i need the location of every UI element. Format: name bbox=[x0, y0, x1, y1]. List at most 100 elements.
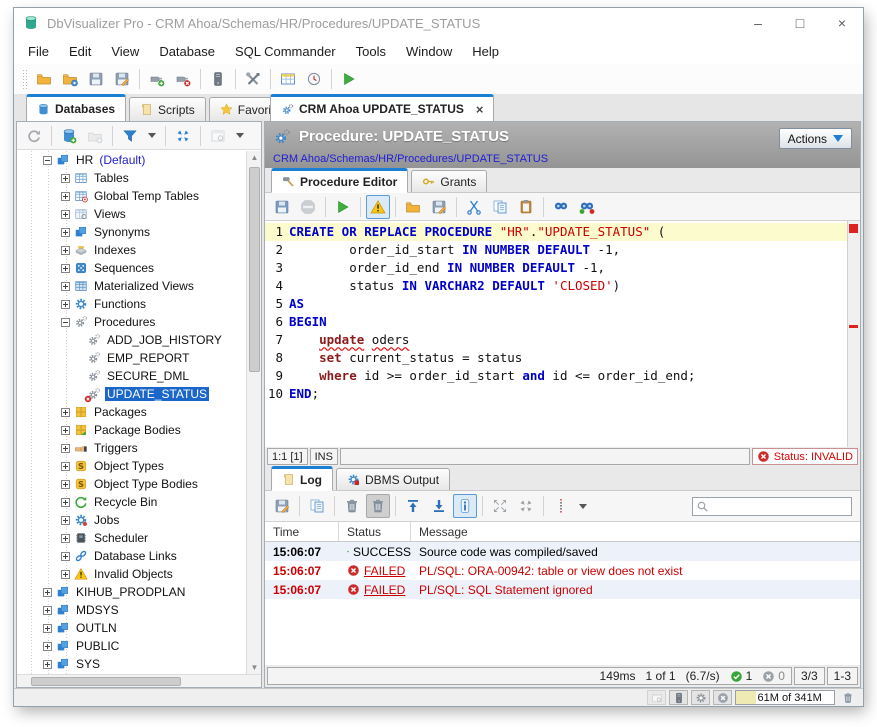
minimize-button[interactable]: – bbox=[737, 8, 779, 38]
foldergear-button[interactable] bbox=[58, 67, 82, 91]
tree-item-outln[interactable]: OUTLN bbox=[17, 619, 246, 637]
copy-button[interactable] bbox=[488, 195, 512, 219]
connections-button[interactable] bbox=[669, 690, 688, 705]
tree-horizontal-scrollbar[interactable] bbox=[17, 674, 261, 687]
tab-object[interactable]: CRM Ahoa UPDATE_STATUS × bbox=[270, 94, 494, 121]
collapse-icon[interactable] bbox=[43, 156, 52, 165]
tab-scripts[interactable]: Scripts bbox=[129, 97, 206, 121]
actions-button[interactable]: Actions bbox=[779, 128, 852, 149]
warn-button[interactable] bbox=[366, 195, 390, 219]
memory-indicator[interactable]: 61M of 341M bbox=[735, 690, 835, 705]
copy-button[interactable] bbox=[305, 494, 329, 518]
tree-item-package-bodies[interactable]: Package Bodies bbox=[17, 421, 246, 439]
server-button[interactable] bbox=[206, 67, 230, 91]
find-button[interactable] bbox=[549, 195, 573, 219]
tree-item-object-types[interactable]: Object Types bbox=[17, 457, 246, 475]
expand-icon[interactable] bbox=[61, 174, 70, 183]
tab-dbms-output[interactable]: DBMS Output bbox=[336, 468, 450, 490]
expand-icon[interactable] bbox=[61, 246, 70, 255]
saveedit-button[interactable] bbox=[270, 494, 294, 518]
tree-item-add-job-history[interactable]: ADD_JOB_HISTORY bbox=[17, 331, 246, 349]
code-area[interactable]: 1CREATE OR REPLACE PROCEDURE "HR"."UPDAT… bbox=[265, 221, 847, 447]
toolbar-grip[interactable] bbox=[22, 69, 27, 89]
maximize-button[interactable]: □ bbox=[779, 8, 821, 38]
menu-tools[interactable]: Tools bbox=[346, 38, 396, 64]
error-marker[interactable] bbox=[849, 325, 858, 328]
expand-icon[interactable] bbox=[61, 534, 70, 543]
scrollbar-thumb[interactable] bbox=[31, 677, 181, 686]
collapse-button[interactable] bbox=[171, 124, 195, 148]
cut-button[interactable] bbox=[462, 195, 486, 219]
tab-databases[interactable]: Databases bbox=[26, 94, 126, 121]
expand-icon[interactable] bbox=[61, 426, 70, 435]
object-path[interactable]: CRM Ahoa/Schemas/HR/Procedures/UPDATE_ST… bbox=[273, 153, 548, 165]
disconnect-button[interactable] bbox=[171, 67, 195, 91]
layout-button[interactable] bbox=[647, 690, 666, 705]
tree-item-indexes[interactable]: Indexes bbox=[17, 241, 246, 259]
menu-sql-commander[interactable]: SQL Commander bbox=[225, 38, 346, 64]
insert-mode[interactable]: INS bbox=[310, 448, 338, 465]
expand-icon[interactable] bbox=[43, 588, 52, 597]
collapse-icon[interactable] bbox=[61, 318, 70, 327]
tree-item-scheduler[interactable]: Scheduler bbox=[17, 529, 246, 547]
log-row[interactable]: 15:06:07FAILEDPL/SQL: SQL Statement igno… bbox=[265, 580, 860, 599]
funnel-button[interactable] bbox=[118, 124, 142, 148]
expand-icon[interactable] bbox=[61, 498, 70, 507]
tree-item-functions[interactable]: Functions bbox=[17, 295, 246, 313]
log-search[interactable] bbox=[692, 497, 852, 516]
expand-icon[interactable] bbox=[61, 462, 70, 471]
expand-icon[interactable] bbox=[61, 228, 70, 237]
tree-item-procedures[interactable]: Procedures bbox=[17, 313, 246, 331]
tree-item-triggers[interactable]: Triggers bbox=[17, 439, 246, 457]
dbadd-button[interactable] bbox=[57, 124, 81, 148]
totop-button[interactable] bbox=[401, 494, 425, 518]
dots-button[interactable] bbox=[549, 494, 573, 518]
menu-window[interactable]: Window bbox=[396, 38, 462, 64]
findrep-button[interactable] bbox=[575, 195, 599, 219]
run-button[interactable] bbox=[337, 67, 361, 91]
info-button[interactable] bbox=[453, 494, 477, 518]
expand-icon[interactable] bbox=[61, 300, 70, 309]
log-search-input[interactable] bbox=[709, 499, 848, 513]
tree-item-mdsys[interactable]: MDSYS bbox=[17, 601, 246, 619]
tree-item-tables[interactable]: Tables bbox=[17, 169, 246, 187]
tools-button[interactable] bbox=[241, 67, 265, 91]
saveas-button[interactable] bbox=[110, 67, 134, 91]
column-time[interactable]: Time bbox=[265, 522, 339, 541]
expand-icon[interactable] bbox=[61, 264, 70, 273]
expand-button[interactable] bbox=[488, 494, 512, 518]
menu-view[interactable]: View bbox=[101, 38, 149, 64]
folderadd-button[interactable] bbox=[83, 124, 107, 148]
tree-item-public[interactable]: PUBLIC bbox=[17, 637, 246, 655]
trash-button[interactable] bbox=[366, 494, 390, 518]
menu-database[interactable]: Database bbox=[149, 38, 225, 64]
tree-item-packages[interactable]: Packages bbox=[17, 403, 246, 421]
tab-procedure-editor[interactable]: Procedure Editor bbox=[271, 168, 408, 193]
grid-button[interactable] bbox=[276, 67, 300, 91]
close-button[interactable]: × bbox=[821, 8, 863, 38]
save-button[interactable] bbox=[84, 67, 108, 91]
log-row[interactable]: 15:06:07FAILEDPL/SQL: ORA-00942: table o… bbox=[265, 561, 860, 580]
tree-item-update-status[interactable]: UPDATE_STATUS bbox=[17, 385, 246, 403]
tasks-button[interactable] bbox=[691, 690, 710, 705]
error-marker[interactable] bbox=[849, 224, 858, 233]
folder-button[interactable] bbox=[401, 195, 425, 219]
sql-editor[interactable]: 1CREATE OR REPLACE PROCEDURE "HR"."UPDAT… bbox=[265, 221, 860, 447]
tree-item-kihub-prodplan[interactable]: KIHUB_PRODPLAN bbox=[17, 583, 246, 601]
tab-log[interactable]: Log bbox=[271, 466, 333, 491]
error-stripe[interactable] bbox=[847, 221, 860, 447]
tree-item-object-type-bodies[interactable]: Object Type Bodies bbox=[17, 475, 246, 493]
dropdown-caret[interactable] bbox=[236, 133, 244, 138]
expand-icon[interactable] bbox=[61, 570, 70, 579]
tobottom-button[interactable] bbox=[427, 494, 451, 518]
expand-icon[interactable] bbox=[61, 480, 70, 489]
folder-button[interactable] bbox=[32, 67, 56, 91]
expand-icon[interactable] bbox=[61, 444, 70, 453]
cancel-button[interactable] bbox=[713, 690, 732, 705]
dropdown-caret[interactable] bbox=[148, 133, 156, 138]
expand-icon[interactable] bbox=[61, 192, 70, 201]
tree-item-secure-dml[interactable]: SECURE_DML bbox=[17, 367, 246, 385]
savedb-button[interactable] bbox=[270, 195, 294, 219]
dropdown-caret[interactable] bbox=[579, 504, 587, 509]
expand-icon[interactable] bbox=[43, 624, 52, 633]
